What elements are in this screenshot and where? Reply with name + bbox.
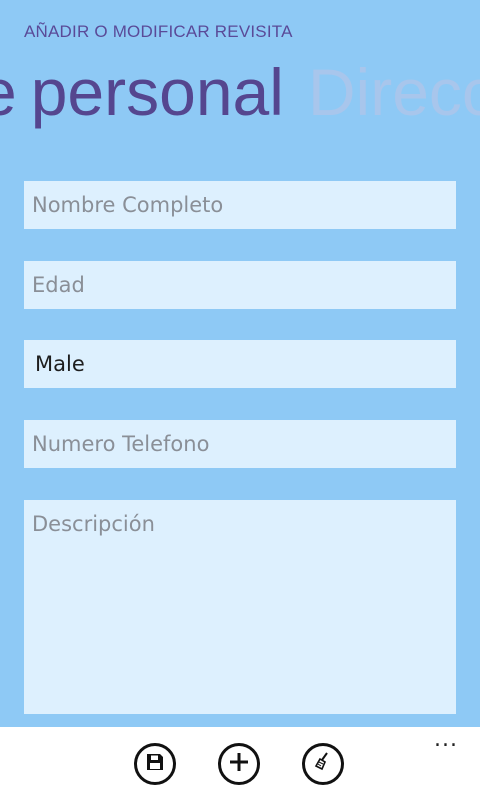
add-icon (228, 751, 250, 777)
save-button[interactable] (134, 743, 176, 785)
clear-button[interactable] (302, 743, 344, 785)
pivot-item-prev-partial[interactable]: e (0, 52, 17, 132)
save-icon (145, 752, 165, 776)
pivot-item-direccion[interactable]: Dirección (308, 52, 480, 132)
edad-input[interactable] (24, 261, 456, 309)
gender-select[interactable]: Male (24, 340, 456, 388)
add-button[interactable] (218, 743, 260, 785)
nombre-completo-input[interactable] (24, 181, 456, 229)
application-bar: ... (0, 727, 480, 800)
broom-icon (311, 750, 335, 778)
pivot-header: epersonal Dirección (0, 52, 480, 132)
gender-select-value: Male (35, 352, 85, 376)
app-title: AÑADIR O MODIFICAR REVISITA (24, 22, 293, 41)
more-options-button[interactable]: ... (434, 729, 458, 751)
numero-telefono-input[interactable] (24, 420, 456, 468)
descripcion-textarea[interactable] (24, 500, 456, 714)
pivot-item-personal[interactable]: personal (31, 52, 284, 132)
